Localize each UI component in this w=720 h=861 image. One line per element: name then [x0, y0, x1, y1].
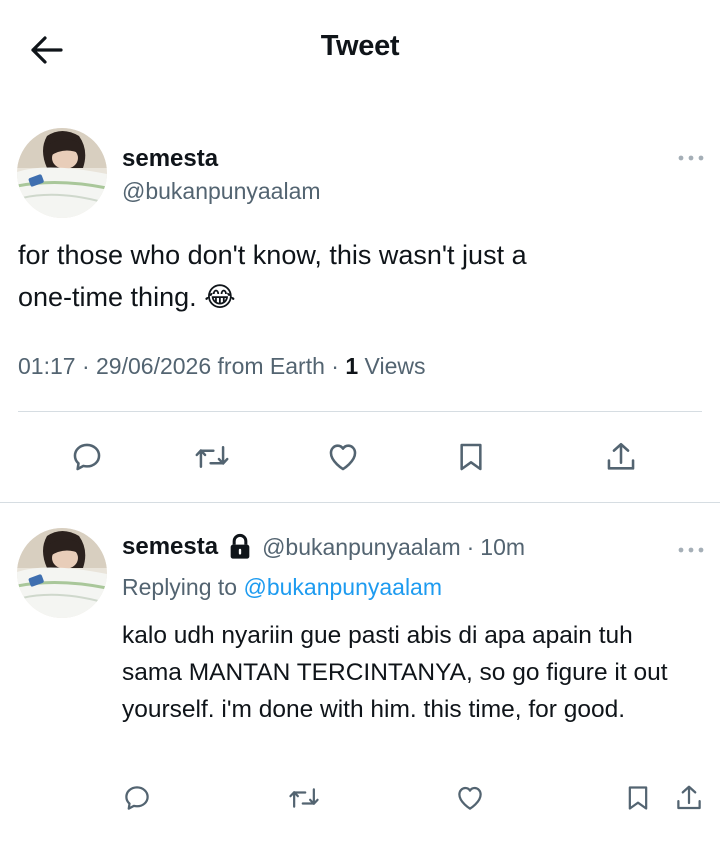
- tweet-time: 01:17: [18, 353, 76, 379]
- divider: [0, 502, 720, 503]
- more-icon: [678, 547, 704, 553]
- retweet-button[interactable]: [185, 430, 239, 484]
- share-button[interactable]: [594, 430, 648, 484]
- reply-author-handle[interactable]: @bukanpunyaalam: [262, 534, 461, 561]
- reply-more-button[interactable]: [674, 540, 708, 560]
- reply-reply-button[interactable]: [110, 771, 164, 825]
- tweet-text-line-2: one-time thing.: [18, 282, 197, 312]
- like-button[interactable]: [316, 430, 370, 484]
- author-handle[interactable]: @bukanpunyaalam: [122, 178, 321, 205]
- tweet-location: from Earth: [217, 353, 325, 379]
- lock-icon: [230, 533, 250, 559]
- reply-text: kalo udh nyariin gue pasti abis di apa a…: [122, 622, 668, 723]
- separator-dot: ·: [466, 533, 475, 560]
- retweet-icon: [289, 788, 319, 808]
- reply-author-name[interactable]: semesta: [122, 533, 218, 561]
- laughing-emoji-icon: 😂: [204, 282, 236, 313]
- reply-avatar[interactable]: [17, 528, 107, 618]
- bookmark-button[interactable]: [444, 430, 498, 484]
- replying-to: Replying to @bukanpunyaalam: [122, 574, 442, 601]
- retweet-icon: [195, 446, 229, 468]
- replying-to-mention[interactable]: @bukanpunyaalam: [243, 574, 442, 600]
- bookmark-icon: [628, 786, 648, 810]
- like-icon: [458, 786, 482, 810]
- reply-like-button[interactable]: [443, 771, 497, 825]
- reply-header: semesta @bukanpunyaalam · 10m: [122, 533, 525, 561]
- reply-icon: [125, 786, 149, 810]
- tweet-date: 29/06/2026: [96, 353, 212, 379]
- reply-bookmark-button[interactable]: [611, 771, 665, 825]
- share-icon: [677, 785, 701, 810]
- reply-icon: [73, 443, 101, 471]
- views-count[interactable]: 1: [345, 353, 358, 379]
- share-icon: [607, 442, 635, 470]
- more-icon: [678, 155, 704, 161]
- reply-age[interactable]: 10m: [480, 534, 525, 561]
- like-icon: [329, 444, 357, 471]
- replying-to-label: Replying to: [122, 574, 238, 600]
- tweet-text-line: for those who don't know, this wasn't ju…: [18, 240, 527, 270]
- views-label[interactable]: Views: [365, 353, 426, 379]
- tweet-text-line: one-time thing. 😂: [18, 276, 698, 319]
- avatar[interactable]: [17, 128, 107, 218]
- bookmark-icon: [460, 443, 482, 471]
- author-name[interactable]: semesta: [122, 145, 218, 173]
- more-button[interactable]: [674, 148, 708, 168]
- reply-retweet-button[interactable]: [277, 771, 331, 825]
- reply-share-button[interactable]: [662, 771, 716, 825]
- tweet-meta: 01:17 · 29/06/2026 from Earth · 1 Views: [18, 353, 426, 379]
- divider: [18, 411, 702, 412]
- page-title: Tweet: [320, 30, 400, 62]
- tweet-text: for those who don't know, this wasn't ju…: [18, 234, 698, 319]
- reply-button[interactable]: [60, 430, 114, 484]
